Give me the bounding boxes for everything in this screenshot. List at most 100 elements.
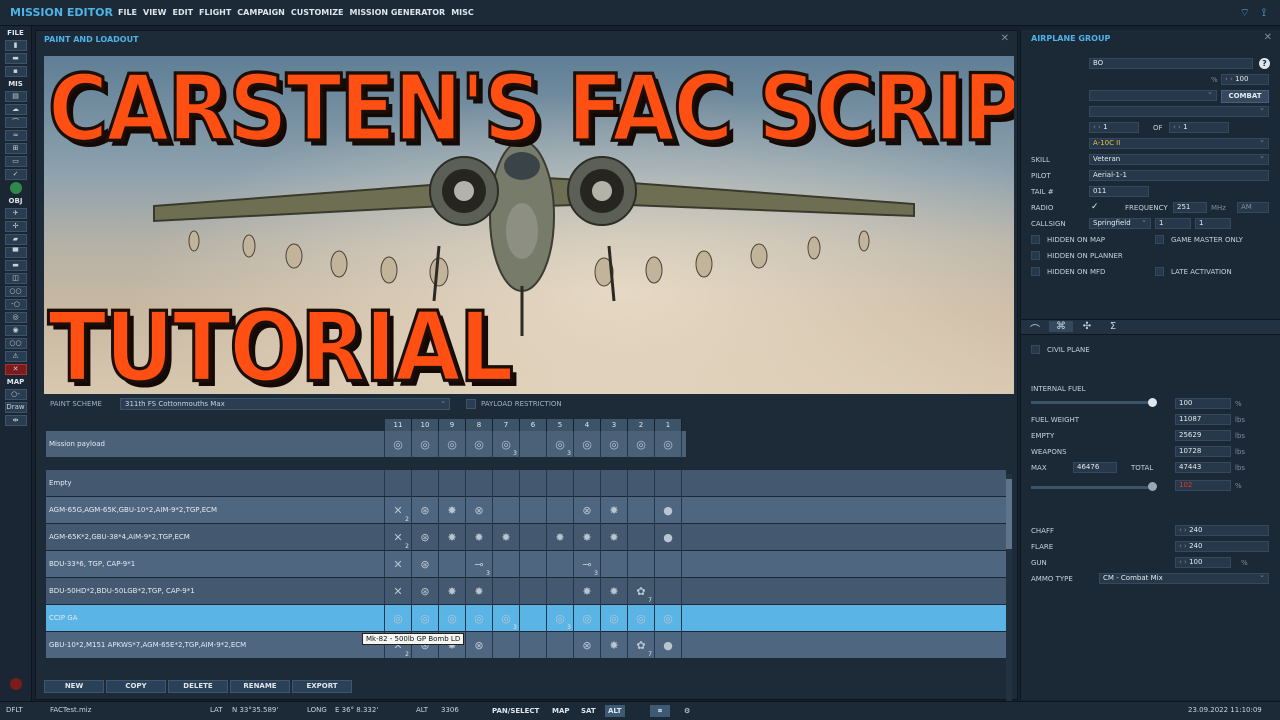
- frequency-field[interactable]: 251: [1173, 202, 1207, 213]
- add-static-icon[interactable]: ▬: [4, 260, 27, 271]
- map-options-icon[interactable]: ○-: [4, 389, 27, 400]
- add-template-icon[interactable]: ○○: [4, 338, 27, 349]
- table-row[interactable]: GBU-10*2,M151 APKWS*7,AGM-65E*2,TGP,AIM-…: [46, 632, 1006, 659]
- fuel-slider[interactable]: [1031, 401, 1155, 404]
- bomb-icon[interactable]: ◎: [601, 431, 628, 458]
- help-icon[interactable]: ?: [1259, 58, 1270, 69]
- alt-button[interactable]: ALT: [605, 705, 625, 717]
- country-select[interactable]: [1089, 90, 1217, 101]
- menu-mission-generator[interactable]: MISSION GENERATOR: [346, 8, 448, 17]
- flare-field[interactable]: ‹ › 240: [1175, 541, 1269, 552]
- bomb-icon[interactable]: ◎: [574, 431, 601, 458]
- grid-toggle-icon[interactable]: ⌗: [650, 705, 670, 717]
- goals-icon[interactable]: ▭: [4, 156, 27, 167]
- menu-file[interactable]: FILE: [115, 8, 140, 17]
- combat-button[interactable]: COMBAT: [1221, 90, 1269, 103]
- bomb-icon[interactable]: ◎: [412, 431, 439, 458]
- fuel-slider-knob[interactable]: [1148, 398, 1157, 407]
- delete-icon[interactable]: ✕: [4, 364, 27, 375]
- skill-select[interactable]: Veteran: [1089, 154, 1269, 165]
- pan-select-button[interactable]: PAN/SELECT: [489, 705, 542, 717]
- civil-plane-checkbox[interactable]: [1031, 345, 1040, 354]
- bomb-icon[interactable]: ◎ 3: [547, 431, 574, 458]
- new-file-icon[interactable]: ▮: [4, 40, 27, 51]
- save-file-icon[interactable]: ▪: [4, 66, 27, 77]
- draw-button[interactable]: Draw: [4, 402, 27, 413]
- table-row[interactable]: BDU-50HD*2,BDU-50LGB*2,TGP, CAP-9*1 ✕ ⊛ …: [46, 578, 1006, 605]
- rename-button[interactable]: RENAME: [230, 680, 290, 693]
- summary-tab-icon[interactable]: Σ: [1101, 321, 1125, 332]
- triggers-icon[interactable]: ⌒: [4, 117, 27, 128]
- coalition-icon[interactable]: [9, 182, 22, 194]
- table-row[interactable]: AGM-65K*2,GBU-38*4,AIM-9*2,TGP,ECM ✕ 2 ⊛ …: [46, 524, 1006, 551]
- callsign-number-1[interactable]: 1: [1155, 218, 1191, 229]
- radio-checkbox[interactable]: ✓: [1091, 202, 1099, 212]
- hidden-on-planner-checkbox[interactable]: [1031, 251, 1040, 260]
- add-ship-icon[interactable]: ▰: [4, 234, 27, 245]
- antenna-icon[interactable]: ⟟: [1262, 6, 1266, 20]
- delete-button[interactable]: DELETE: [168, 680, 228, 693]
- game-master-only-checkbox[interactable]: [1155, 235, 1164, 244]
- weather-icon[interactable]: ☁: [4, 104, 27, 115]
- bomb-icon[interactable]: ◎: [655, 431, 682, 458]
- add-convoy-icon[interactable]: ○○: [4, 286, 27, 297]
- group-name-field[interactable]: BO: [1089, 58, 1253, 69]
- paint-scheme-select[interactable]: 311th FS Cottonmouths Max: [120, 396, 450, 410]
- menu-customize[interactable]: CUSTOMIZE: [288, 8, 347, 17]
- condition-field[interactable]: ‹ › 100: [1221, 74, 1269, 85]
- mission-payload-row[interactable]: Mission payload ◎ ◎ ◎ ◎ ◎ 3 ◎ 3 ◎ ◎ ◎ ◎: [46, 431, 686, 458]
- add-airplane-icon[interactable]: ✈: [4, 208, 27, 219]
- unit-of-field[interactable]: ‹ › 1: [1169, 122, 1229, 133]
- ammo-type-select[interactable]: CM - Combat Mix: [1099, 573, 1269, 584]
- settings-icon[interactable]: ⚙: [681, 705, 693, 717]
- route-tab-icon[interactable]: ⌒: [1023, 321, 1047, 336]
- callsign-select[interactable]: Springfield: [1089, 218, 1151, 229]
- ruler-icon[interactable]: ⇹: [4, 415, 27, 426]
- tail-field[interactable]: 011: [1089, 186, 1149, 197]
- check-icon[interactable]: ✓: [4, 169, 27, 180]
- tasks-tab-icon[interactable]: ✣: [1075, 321, 1099, 332]
- gun-field[interactable]: ‹ › 100: [1175, 557, 1231, 568]
- table-row[interactable]: BDU-33*6, TGP, CAP-9*1 ✕ ⊛ ⊸ 3 ⊸ 3: [46, 551, 1006, 578]
- bomb-icon[interactable]: ◎: [466, 431, 493, 458]
- empty-slot[interactable]: [520, 431, 547, 458]
- pilot-field[interactable]: Aerial-1-1: [1089, 170, 1269, 181]
- payload-scrollbar[interactable]: [1006, 474, 1012, 702]
- aircraft-type-select[interactable]: A-10C II: [1089, 138, 1269, 149]
- briefing-icon[interactable]: ▤: [4, 91, 27, 102]
- bomb-icon[interactable]: ◎: [385, 431, 412, 458]
- table-row[interactable]: AGM-65G,AGM-65K,GBU-10*2,AIM-9*2,TGP,ECM…: [46, 497, 1006, 524]
- table-row-selected[interactable]: CCIP GA ◎ ◎ ◎ ◎ ◎ 3 ◎ 3 ◎ ◎ ◎ ◎: [46, 605, 1006, 632]
- copy-button[interactable]: COPY: [106, 680, 166, 693]
- bomb-icon[interactable]: ◎: [628, 431, 655, 458]
- add-route-icon[interactable]: -○: [4, 299, 27, 310]
- add-helicopter-icon[interactable]: ✢: [4, 221, 27, 232]
- map-button[interactable]: MAP: [549, 705, 573, 717]
- open-file-icon[interactable]: ▬: [4, 53, 27, 64]
- payload-restriction-checkbox[interactable]: [466, 399, 476, 409]
- resources-icon[interactable]: ⊞: [4, 143, 27, 154]
- wifi-icon[interactable]: ⌔: [1240, 6, 1250, 20]
- new-button[interactable]: NEW: [44, 680, 104, 693]
- menu-campaign[interactable]: CAMPAIGN: [234, 8, 288, 17]
- hidden-on-mfd-checkbox[interactable]: [1031, 267, 1040, 276]
- table-row[interactable]: Empty: [46, 470, 1006, 497]
- export-button[interactable]: EXPORT: [292, 680, 352, 693]
- menu-view[interactable]: VIEW: [140, 8, 169, 17]
- record-icon[interactable]: [10, 678, 22, 690]
- waypoint-icon[interactable]: ≈: [4, 130, 27, 141]
- modulation-select[interactable]: AM: [1237, 202, 1269, 213]
- menu-misc[interactable]: MISC: [448, 8, 477, 17]
- chaff-field[interactable]: ‹ › 240: [1175, 525, 1269, 536]
- task-select[interactable]: [1089, 106, 1269, 117]
- add-vehicle-icon[interactable]: ▀: [4, 247, 27, 258]
- close-icon[interactable]: ✕: [1264, 32, 1272, 43]
- menu-flight[interactable]: FLIGHT: [196, 8, 234, 17]
- warning-icon[interactable]: ⚠: [4, 351, 27, 362]
- add-zone-icon[interactable]: ◎: [4, 312, 27, 323]
- payload-tab-icon[interactable]: ⌘: [1049, 321, 1073, 332]
- sat-button[interactable]: SAT: [578, 705, 599, 717]
- internal-fuel-field[interactable]: 100: [1175, 398, 1231, 409]
- close-icon[interactable]: ✕: [1001, 33, 1009, 44]
- bomb-icon[interactable]: ◎ 3: [493, 431, 520, 458]
